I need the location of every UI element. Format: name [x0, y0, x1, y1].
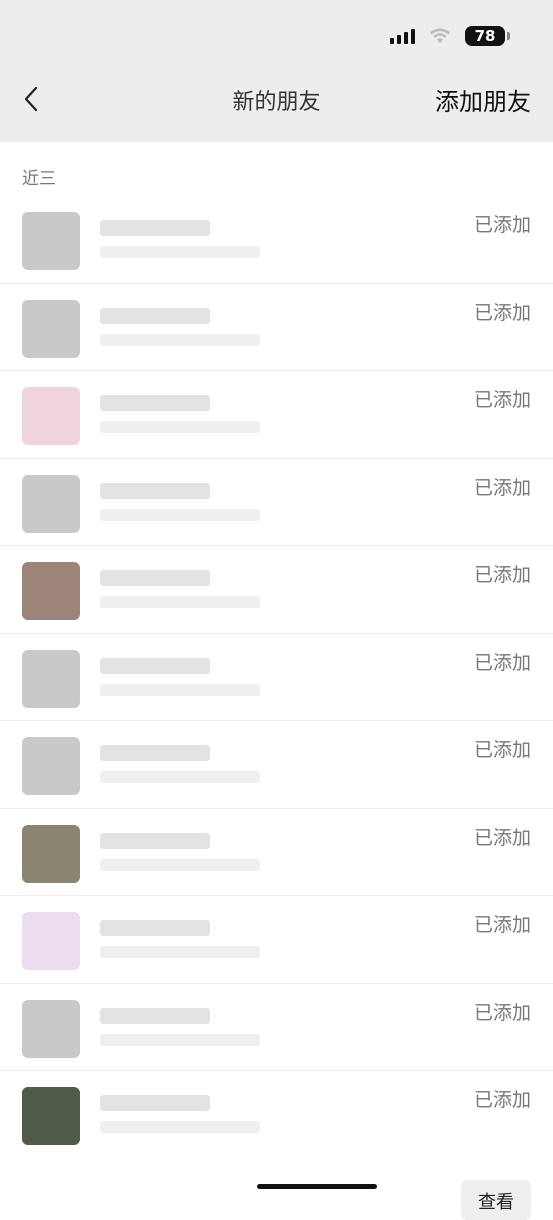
friend-message-placeholder — [100, 508, 260, 521]
home-indicator[interactable] — [257, 1184, 377, 1189]
friend-name-placeholder — [100, 657, 210, 674]
avatar — [22, 474, 80, 533]
friend-request-item[interactable]: 已添加 — [0, 546, 553, 634]
friend-name-placeholder — [100, 745, 210, 761]
friend-name-placeholder — [100, 482, 210, 499]
friend-request-item[interactable]: 已添加 — [0, 459, 553, 546]
added-status: 已添加 — [473, 914, 531, 936]
avatar — [22, 299, 80, 358]
friend-name-placeholder — [100, 395, 210, 411]
section-label: 近三 — [22, 169, 56, 189]
friend-name-placeholder — [100, 832, 210, 849]
friend-name-placeholder — [100, 307, 210, 324]
avatar — [22, 649, 80, 708]
friend-request-item[interactable]: 已添加 — [0, 371, 553, 459]
added-status: 已添加 — [473, 651, 531, 674]
added-status: 已添加 — [473, 1001, 531, 1024]
status-icons: 78 — [390, 26, 510, 46]
avatar — [22, 1087, 80, 1145]
added-status: 已添加 — [473, 214, 531, 236]
friend-message-placeholder — [100, 246, 260, 258]
friend-name-placeholder — [100, 570, 210, 586]
friend-request-item[interactable]: 已添加 — [0, 284, 553, 371]
added-status: 已添加 — [473, 301, 531, 324]
friend-message-placeholder — [100, 1121, 260, 1133]
friend-message-placeholder — [100, 421, 260, 433]
added-status: 已添加 — [473, 1089, 531, 1111]
friend-message-placeholder — [100, 333, 260, 346]
friend-request-item[interactable]: 已添加 — [0, 809, 553, 896]
added-status: 已添加 — [473, 826, 531, 849]
friend-name-placeholder — [100, 920, 210, 936]
header-divider — [0, 128, 553, 142]
avatar — [22, 912, 80, 970]
friend-name-placeholder — [100, 1095, 210, 1111]
avatar — [22, 999, 80, 1058]
friend-name-placeholder — [100, 220, 210, 236]
friend-message-placeholder — [100, 1033, 260, 1046]
friend-request-list: 已添加 已添加 已添加 已添加 已添加 已添加 已添加 已添加 已添加 已添加 … — [0, 196, 553, 1159]
avatar — [22, 387, 80, 445]
friend-request-item[interactable]: 已添加 — [0, 721, 553, 809]
added-status: 已添加 — [473, 389, 531, 411]
battery-icon: 78 — [465, 26, 510, 46]
status-bar: 78 — [0, 0, 553, 70]
friend-request-item[interactable]: 已添加 — [0, 634, 553, 721]
friend-message-placeholder — [100, 858, 260, 871]
add-friend-button[interactable]: 添加朋友 — [435, 82, 531, 117]
nav-bar: 新的朋友 添加朋友 — [0, 70, 553, 128]
avatar — [22, 737, 80, 795]
friend-message-placeholder — [100, 596, 260, 608]
avatar — [22, 212, 80, 270]
added-status: 已添加 — [473, 739, 531, 761]
friend-request-item[interactable]: 已添加 — [0, 196, 553, 284]
battery-level: 78 — [474, 27, 496, 45]
added-status: 已添加 — [473, 564, 531, 586]
added-status: 已添加 — [473, 476, 531, 499]
signal-icon — [390, 28, 415, 44]
wifi-icon — [430, 28, 450, 43]
view-button[interactable]: 查看 — [461, 1180, 531, 1220]
friend-request-item[interactable]: 已添加 — [0, 1071, 553, 1159]
friend-message-placeholder — [100, 946, 260, 958]
avatar — [22, 562, 80, 620]
friend-request-item[interactable]: 已添加 — [0, 984, 553, 1071]
friend-request-item[interactable]: 已添加 — [0, 896, 553, 984]
friend-message-placeholder — [100, 683, 260, 696]
friend-name-placeholder — [100, 1007, 210, 1024]
friend-message-placeholder — [100, 771, 260, 783]
avatar — [22, 824, 80, 883]
